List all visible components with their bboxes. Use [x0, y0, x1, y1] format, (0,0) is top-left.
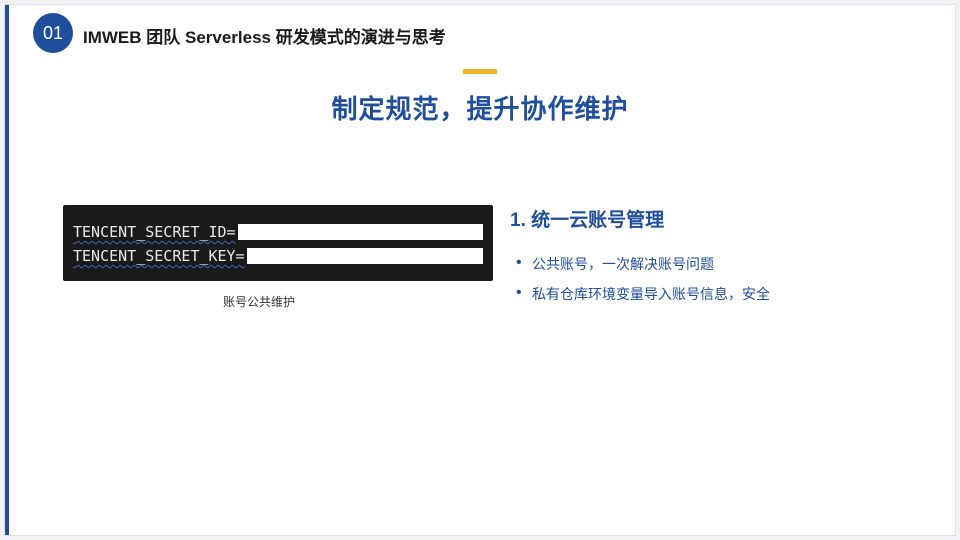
redacted-value [247, 248, 483, 264]
right-column: 1. 统一云账号管理 公共账号，一次解决账号问题 私有仓库环境变量导入账号信息，… [480, 205, 955, 314]
code-label: TENCENT_SECRET_KEY= [73, 247, 245, 265]
codeblock-caption: 账号公共维护 [223, 293, 480, 310]
header-title: IMWEB 团队 Serverless 研发模式的演进与思考 [83, 23, 446, 48]
title-block: 制定规范，提升协作维护 [5, 69, 955, 126]
code-block: TENCENT_SECRET_ID= TENCENT_SECRET_KEY= [63, 205, 493, 281]
redacted-value [238, 224, 483, 240]
bullet-list: 公共账号，一次解决账号问题 私有仓库环境变量导入账号信息，安全 [510, 254, 955, 304]
slide-number-badge: 01 [33, 13, 73, 53]
left-column: TENCENT_SECRET_ID= TENCENT_SECRET_KEY= 账… [5, 205, 480, 314]
accent-bar [463, 69, 497, 74]
list-item: 私有仓库环境变量导入账号信息，安全 [532, 284, 955, 304]
code-line: TENCENT_SECRET_ID= [73, 223, 483, 241]
section-heading: 1. 统一云账号管理 [510, 205, 955, 232]
code-line: TENCENT_SECRET_KEY= [73, 247, 483, 265]
content-row: TENCENT_SECRET_ID= TENCENT_SECRET_KEY= 账… [5, 205, 955, 314]
code-label: TENCENT_SECRET_ID= [73, 223, 236, 241]
slide-number: 01 [43, 23, 63, 44]
slide: 01 IMWEB 团队 Serverless 研发模式的演进与思考 制定规范，提… [4, 4, 956, 536]
list-item: 公共账号，一次解决账号问题 [532, 254, 955, 274]
main-title: 制定规范，提升协作维护 [5, 89, 955, 126]
